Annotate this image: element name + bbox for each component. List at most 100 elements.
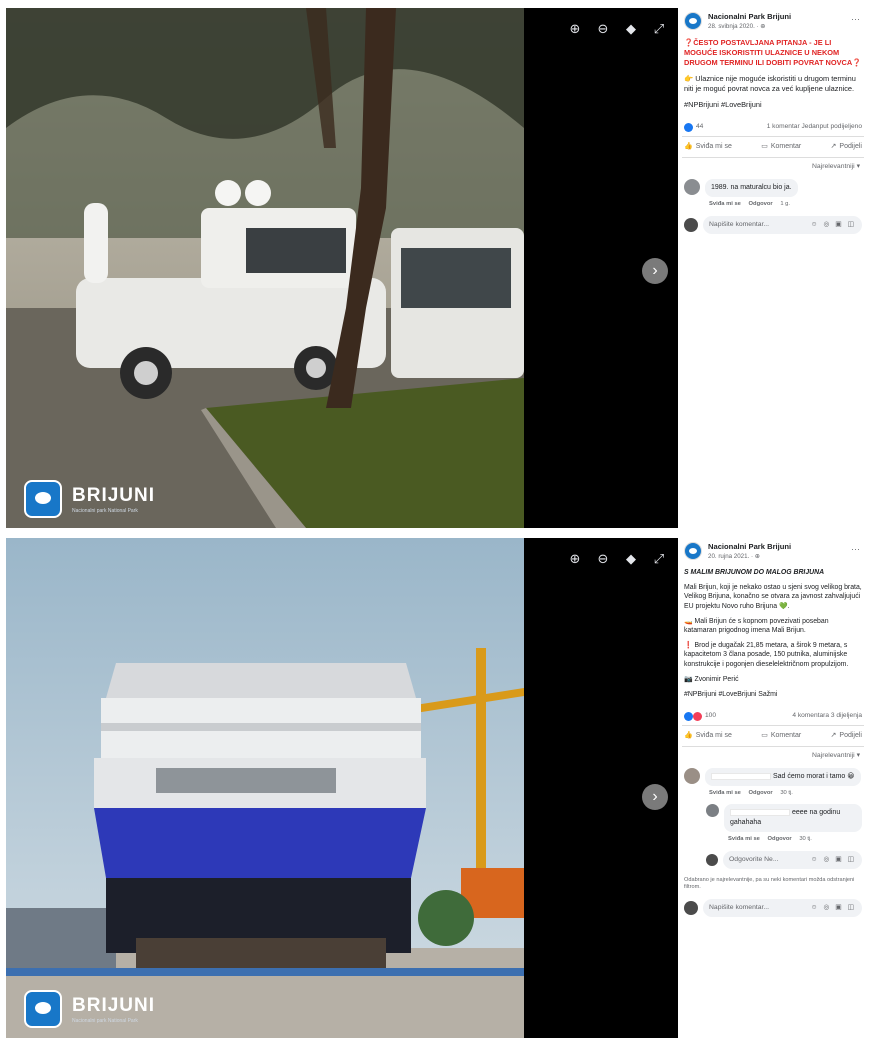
share-icon: ↗ <box>830 732 837 740</box>
like-reaction-icon <box>684 711 693 721</box>
viewer-toolbar: ⊕ ⊖ ◆ ⤢ <box>568 552 666 566</box>
reply-input-icons[interactable]: ☺ ◎ ▣ ◫ <box>811 855 856 865</box>
post-text: 🚤 Mali Brijun će s kopnom povezivati pos… <box>684 617 829 635</box>
fullscreen-icon[interactable]: ⤢ <box>652 552 666 566</box>
comment: Sad ćemo morat i tamo 😀 Sviđa mi se Odgo… <box>682 765 864 801</box>
post-title: S MALIM BRIJUNOM DO MALOG BRIJUNA <box>684 569 825 576</box>
post-actions: 👍 Sviđa mi se ▭ Komentar ↗ Podijeli <box>682 136 864 158</box>
comment-share-count[interactable]: 1 komentar Jedanput podijeljeno <box>767 122 862 132</box>
comment-input[interactable]: Napišite komentar... ☺ ◎ ▣ ◫ <box>703 216 862 234</box>
post-date[interactable]: 28. svibnja 2020. · ⊕ <box>708 22 791 32</box>
comment-input-icons[interactable]: ☺ ◎ ▣ ◫ <box>811 220 856 230</box>
logo-name: BRIJUNI <box>72 994 156 1016</box>
photo-viewer: BRIJUNI Nacionalni park National Park ⊕ … <box>6 538 678 1038</box>
redacted-name <box>730 808 790 816</box>
write-comment-row: Napišite komentar... ☺ ◎ ▣ ◫ <box>682 895 864 921</box>
avatar <box>684 218 698 232</box>
reply-input[interactable]: Odgovorite Ne... ☺ ◎ ▣ ◫ <box>723 851 862 870</box>
post-date[interactable]: 20. rujna 2021. · ⊕ <box>708 552 791 562</box>
share-icon: ↗ <box>830 143 837 150</box>
post-stats: 100 4 komentara 3 dijeljenja <box>682 707 864 725</box>
tag-icon[interactable]: ◆ <box>624 22 638 36</box>
zoom-in-icon[interactable]: ⊕ <box>568 552 582 566</box>
chevron-right-icon: › <box>652 788 658 805</box>
more-options-icon[interactable]: ··· <box>851 544 860 554</box>
more-options-icon[interactable]: ··· <box>851 14 860 24</box>
tag-icon[interactable]: ◆ <box>624 552 638 566</box>
thumbs-up-icon: 👍 <box>684 143 693 150</box>
comment-like-link[interactable]: Sviđa mi se <box>709 790 741 796</box>
comment-reply-link[interactable]: Odgovor <box>768 836 792 842</box>
zoom-in-icon[interactable]: ⊕ <box>568 22 582 36</box>
photo-catamaran[interactable]: BRIJUNI Nacionalni park National Park <box>6 538 524 1038</box>
comment-label: Komentar <box>770 143 802 150</box>
reaction-summary[interactable]: 100 <box>684 711 716 721</box>
share-label: Podijeli <box>839 143 862 150</box>
comment-meta: Sviđa mi se Odgovor 1 g. <box>705 199 798 209</box>
comment-text: 1989. na maturalcu bio ja. <box>705 179 798 197</box>
filter-note: Odabrano je najrelevantnije, pa su neki … <box>684 877 855 891</box>
fullscreen-icon[interactable]: ⤢ <box>652 22 666 36</box>
comment-sort-dropdown[interactable]: Najrelevantniji ▾ <box>682 747 864 765</box>
post-text: Mali Brijun, koji je nekako ostao u sjen… <box>684 584 862 610</box>
share-button[interactable]: ↗ Podijeli <box>831 142 862 152</box>
share-label: Podijeli <box>839 732 862 740</box>
avatar <box>706 854 718 867</box>
post-1: BRIJUNI Nacionalni park National Park ⊕ … <box>6 8 864 528</box>
comment-sort-dropdown[interactable]: Najrelevantniji ▾ <box>682 158 864 176</box>
zoom-out-icon[interactable]: ⊖ <box>596 552 610 566</box>
viewer-toolbar: ⊕ ⊖ ◆ ⤢ <box>568 22 666 36</box>
comment-icon: ▭ <box>761 732 768 740</box>
comment-time[interactable]: 1 g. <box>780 201 790 207</box>
post-stats: 44 1 komentar Jedanput podijeljeno <box>682 118 864 136</box>
photo-train[interactable]: BRIJUNI Nacionalni park National Park <box>6 8 524 528</box>
comment-reply-link[interactable]: Odgovor <box>749 201 773 207</box>
brijuni-logo-icon <box>24 990 62 1028</box>
reply-input-row: Odgovorite Ne... ☺ ◎ ▣ ◫ <box>704 847 864 873</box>
reaction-summary[interactable]: 44 <box>684 122 703 132</box>
photo-credit: 📷 Zvonimir Perić <box>684 675 739 683</box>
like-reaction-icon <box>684 122 693 132</box>
page-avatar[interactable] <box>684 12 702 30</box>
like-button[interactable]: 👍 Sviđa mi se <box>684 142 732 152</box>
logo-subtitle: Nacionalni park National Park <box>72 1017 138 1024</box>
comment-input[interactable]: Napišite komentar... ☺ ◎ ▣ ◫ <box>703 899 862 918</box>
comment-like-link[interactable]: Sviđa mi se <box>728 836 760 842</box>
comment-time[interactable]: 30 tj. <box>799 836 812 842</box>
comment-share-count[interactable]: 4 komentara 3 dijeljenja <box>792 711 862 721</box>
comment-reply-link[interactable]: Odgovor <box>749 790 773 796</box>
comment-placeholder: Napišite komentar... <box>709 904 770 912</box>
page-name[interactable]: Nacionalni Park Brijuni <box>708 542 791 552</box>
post-hashtags[interactable]: #NPBrijuni #LoveBrijuni <box>684 100 862 110</box>
comment-time[interactable]: 30 tj. <box>780 790 793 796</box>
post-body: ❓ČESTO POSTAVLJANA PITANJA - JE LI MOGUĆ… <box>682 36 864 118</box>
chevron-right-icon: › <box>652 262 658 279</box>
comment-reply: eeee na godinu gahahaha Sviđa mi se Odgo… <box>704 801 864 847</box>
post-body: S MALIM BRIJUNOM DO MALOG BRIJUNA Mali B… <box>682 566 864 707</box>
page-name[interactable]: Nacionalni Park Brijuni <box>708 12 791 22</box>
post-sidebar: Nacionalni Park Brijuni 28. svibnja 2020… <box>682 8 864 528</box>
zoom-out-icon[interactable]: ⊖ <box>596 22 610 36</box>
post-header: Nacionalni Park Brijuni 20. rujna 2021. … <box>682 538 864 566</box>
avatar[interactable] <box>684 768 700 785</box>
comment-input-icons[interactable]: ☺ ◎ ▣ ◫ <box>811 903 856 913</box>
like-button[interactable]: 👍 Sviđa mi se <box>684 731 732 741</box>
comment-button[interactable]: ▭ Komentar <box>761 731 801 741</box>
thumbs-up-icon: 👍 <box>684 732 693 740</box>
post-hashtags[interactable]: #NPBrijuni #LoveBrijuni Sažmi <box>684 690 862 699</box>
comment-button[interactable]: ▭ Komentar <box>761 142 801 152</box>
comment-label: Komentar <box>770 732 802 740</box>
next-photo-button[interactable]: › <box>642 258 668 284</box>
page-avatar[interactable] <box>684 542 702 560</box>
avatar[interactable] <box>684 179 700 195</box>
brijuni-logo: BRIJUNI Nacionalni park National Park <box>24 990 155 1028</box>
brijuni-logo: BRIJUNI Nacionalni park National Park <box>24 480 155 518</box>
comment-like-link[interactable]: Sviđa mi se <box>709 201 741 207</box>
next-photo-button[interactable]: › <box>642 784 668 810</box>
avatar <box>684 901 698 916</box>
share-button[interactable]: ↗ Podijeli <box>831 731 862 741</box>
avatar[interactable] <box>706 804 719 818</box>
post-text: ❗ Brod je dugačak 21,85 metara, a širok … <box>684 642 849 668</box>
comment-text: Sad ćemo morat i tamo 😀 <box>772 773 855 781</box>
like-label: Sviđa mi se <box>695 143 732 150</box>
